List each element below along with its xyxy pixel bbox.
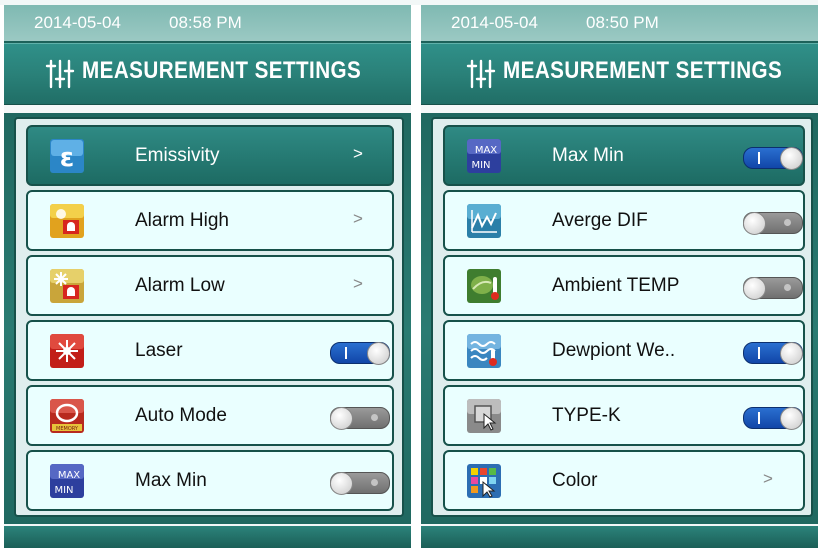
status-time: 08:58 PM (169, 13, 242, 32)
page-title: MEASUREMENT SETTINGS (82, 57, 362, 84)
settings-list: ε Emissivity > Alarm High > Alarm Low > (14, 117, 404, 517)
settings-item-type-k[interactable]: TYPE-K (443, 385, 805, 446)
svg-text:MAX: MAX (475, 145, 497, 156)
settings-item-laser[interactable]: Laser (26, 320, 394, 381)
dewpoint-toggle[interactable] (743, 342, 803, 365)
svg-text:ε: ε (60, 143, 74, 173)
settings-item-label: Alarm Low (135, 275, 225, 296)
auto-mode-icon: MEMORY (50, 399, 84, 433)
settings-item-label: Laser (135, 340, 183, 361)
auto-mode-toggle[interactable] (330, 407, 390, 430)
settings-item-label: Alarm High (135, 210, 229, 231)
status-date: 2014-05-04 (34, 13, 121, 32)
svg-text:MAX: MAX (58, 470, 80, 481)
settings-item-label: Color (552, 470, 598, 491)
title-bar: MEASUREMENT SETTINGS (4, 43, 411, 106)
average-dif-icon (467, 204, 501, 238)
laser-icon (50, 334, 84, 368)
settings-item-alarm-low[interactable]: Alarm Low > (26, 255, 394, 316)
max-min-icon: MAX MIN (50, 464, 84, 498)
page-title: MEASUREMENT SETTINGS (503, 57, 783, 84)
settings-item-max-min[interactable]: MAX MIN Max Min (26, 450, 394, 511)
svg-text:MIN: MIN (54, 485, 73, 496)
status-bar: 2014-05-04 08:50 PM (421, 5, 818, 41)
ambient-temp-toggle[interactable] (743, 277, 803, 300)
max-min-toggle[interactable] (330, 472, 390, 495)
status-bar: 2014-05-04 08:58 PM (4, 5, 411, 41)
settings-item-label: Averge DIF (552, 210, 648, 231)
footer-bar (421, 524, 818, 548)
settings-item-color[interactable]: Color > (443, 450, 805, 511)
status-date: 2014-05-04 (451, 13, 538, 32)
alarm-low-icon (50, 269, 84, 303)
epsilon-icon: ε (50, 139, 84, 173)
svg-text:MEMORY: MEMORY (56, 426, 79, 432)
status-time: 08:50 PM (586, 13, 659, 32)
settings-item-average-dif[interactable]: Averge DIF (443, 190, 805, 251)
settings-item-label: TYPE-K (552, 405, 621, 426)
laser-toggle[interactable] (330, 342, 390, 365)
color-icon (467, 464, 501, 498)
settings-item-emissivity[interactable]: ε Emissivity > (26, 125, 394, 186)
chevron-right-icon: > (763, 469, 773, 488)
chevron-right-icon: > (353, 274, 363, 293)
right-screen: 2014-05-04 08:50 PM MEASUREMENT SETTINGS… (421, 5, 818, 548)
settings-item-label: Emissivity (135, 145, 220, 166)
chevron-right-icon: > (353, 209, 363, 228)
max-min-toggle[interactable] (743, 147, 803, 170)
type-k-toggle[interactable] (743, 407, 803, 430)
settings-item-label: Dewpiont We.. (552, 340, 676, 361)
type-k-icon (467, 399, 501, 433)
dewpoint-icon (467, 334, 501, 368)
footer-bar (4, 524, 411, 548)
max-min-icon: MAX MIN (467, 139, 501, 173)
average-dif-toggle[interactable] (743, 212, 803, 235)
settings-item-label: Ambient TEMP (552, 275, 680, 296)
settings-list: MAX MIN Max Min Averge DIF Ambient TEMP (431, 117, 813, 517)
settings-item-label: Auto Mode (135, 405, 227, 426)
title-bar: MEASUREMENT SETTINGS (421, 43, 818, 106)
alarm-high-icon (50, 204, 84, 238)
svg-text:MIN: MIN (471, 160, 490, 171)
settings-sliders-icon (466, 59, 496, 89)
ambient-temp-icon (467, 269, 501, 303)
settings-item-label: Max Min (135, 470, 207, 491)
settings-item-dewpoint[interactable]: Dewpiont We.. (443, 320, 805, 381)
settings-item-auto-mode[interactable]: MEMORY Auto Mode (26, 385, 394, 446)
settings-item-max-min[interactable]: MAX MIN Max Min (443, 125, 805, 186)
left-screen: 2014-05-04 08:58 PM MEASUREMENT SETTINGS… (4, 5, 411, 548)
settings-item-alarm-high[interactable]: Alarm High > (26, 190, 394, 251)
settings-item-ambient-temp[interactable]: Ambient TEMP (443, 255, 805, 316)
settings-sliders-icon (45, 59, 75, 89)
settings-item-label: Max Min (552, 145, 624, 166)
chevron-right-icon: > (353, 144, 363, 163)
